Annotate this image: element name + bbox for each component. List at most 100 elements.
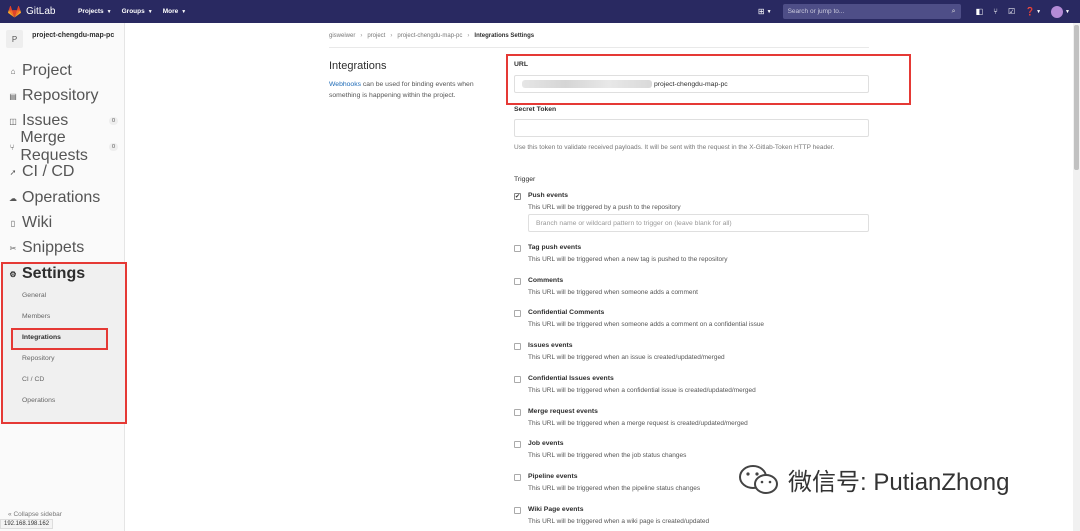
sidebar-item-label: Project (22, 62, 72, 79)
search-input[interactable] (787, 8, 938, 15)
breadcrumb-item[interactable]: project (367, 33, 385, 39)
rocket-icon: ➚ (9, 167, 17, 177)
chevron-down-icon: ▼ (181, 8, 187, 15)
push-events-checkbox[interactable]: ✔ (514, 193, 521, 200)
breadcrumb-current[interactable]: Integrations Settings (474, 33, 534, 39)
sidebar-item-ci-cd[interactable]: ➚ CI / CD (8, 163, 118, 180)
nav-more[interactable]: More ▼ (163, 8, 186, 15)
gitlab-logo[interactable]: GitLab (8, 5, 68, 18)
sidebar-item-label: Merge Requests (20, 129, 88, 164)
confidential-comments-checkbox[interactable] (514, 310, 521, 317)
nav-projects-label: Projects (78, 8, 104, 15)
event-title: Confidential Issues events (528, 375, 614, 382)
event-title: Comments (528, 277, 564, 284)
book-icon: ▤ (9, 91, 17, 101)
todo-icon[interactable]: ☑ (1008, 7, 1015, 16)
issues-events-checkbox[interactable] (514, 343, 521, 350)
nav-more-label: More (162, 8, 179, 15)
sidebar-item-merge-requests[interactable]: ⑂ Merge Requests 0 (8, 129, 118, 164)
merge-request-events-checkbox[interactable] (514, 409, 521, 416)
wechat-icon (739, 464, 778, 494)
event-title: Wiki Page events (528, 506, 584, 513)
plus-square-icon[interactable]: ⊞ ▼ (758, 7, 772, 16)
url-field[interactable]: project-chengdu-map-pc (514, 75, 869, 93)
event-description: This URL will be triggered when the job … (528, 452, 687, 459)
event-description: This URL will be triggered when an issue… (528, 354, 725, 361)
chevron-right-icon: › (467, 33, 470, 39)
event-description: This URL will be triggered when the pipe… (528, 485, 701, 492)
nav-projects[interactable]: Projects ▼ (78, 8, 112, 15)
nav-groups-label: Groups (121, 8, 145, 15)
event-description: This URL will be triggered when someone … (528, 289, 698, 296)
divider (329, 47, 869, 48)
sidebar-item-operations[interactable]: ☁ Operations (8, 189, 118, 206)
sidebar-item-snippets[interactable]: ✂ Snippets (8, 239, 118, 256)
page-title: Integrations (329, 60, 387, 72)
url-label: URL (514, 61, 528, 68)
sidebar-item-label: Operations (22, 189, 101, 206)
settings-sub-integrations[interactable]: Integrations (22, 334, 61, 341)
settings-sub-repository[interactable]: Repository (22, 355, 55, 362)
merge-icon: ⑂ (9, 142, 15, 152)
merge-count-badge: 0 (108, 143, 118, 151)
chevron-right-icon: › (390, 33, 393, 39)
breadcrumb: gisweiwer › project › project-chengdu-map-… (329, 33, 534, 39)
collapse-sidebar-button[interactable]: « Collapse sidebar (8, 511, 62, 518)
project-avatar: P (6, 30, 24, 48)
webhooks-link[interactable]: Webhooks (329, 81, 361, 88)
watermark-text: 微信号: PutianZhong (788, 469, 1010, 496)
user-avatar[interactable]: ▼ (1051, 5, 1070, 18)
nav-groups[interactable]: Groups ▼ (122, 8, 153, 15)
event-title: Pipeline events (528, 473, 578, 480)
url-value: project-chengdu-map-pc (654, 80, 728, 88)
event-title: Merge request events (528, 408, 598, 415)
sidebar-item-wiki[interactable]: ▯ Wiki (8, 214, 118, 231)
breadcrumb-item[interactable]: project-chengdu-map-pc (397, 33, 462, 39)
project-header[interactable]: P project-chengdu-map-pc (0, 23, 124, 55)
scissors-icon: ✂ (9, 243, 17, 253)
chevron-down-icon: ▼ (106, 8, 112, 15)
sidebar-item-label: Issues (22, 112, 69, 129)
event-title: Push events (528, 192, 569, 199)
event-title: Job events (528, 440, 564, 447)
sidebar-item-label: CI / CD (22, 163, 75, 180)
event-title: Tag push events (528, 244, 582, 251)
brand-name: GitLab (26, 6, 56, 17)
confidential-issues-checkbox[interactable] (514, 376, 521, 383)
settings-sub-operations[interactable]: Operations (22, 397, 55, 404)
sidebar-item-repository[interactable]: ▤ Repository (8, 87, 118, 104)
sidebar-item-label: Settings (22, 265, 86, 282)
event-description: This URL will be triggered when a confid… (528, 387, 756, 394)
comments-checkbox[interactable] (514, 278, 521, 285)
gear-icon: ⚙ (9, 269, 17, 279)
event-description: This URL will be triggered when a merge … (528, 420, 748, 427)
home-icon: ⌂ (10, 66, 16, 76)
sidebar-item-issues[interactable]: ◫ Issues 0 (8, 112, 118, 129)
settings-sub-members[interactable]: Members (22, 313, 50, 320)
event-description: This URL will be triggered when a new ta… (528, 256, 728, 263)
merge-requests-icon[interactable]: ⑂ (993, 7, 998, 16)
wiki-page-events-checkbox[interactable] (514, 507, 521, 514)
sidebar-item-project[interactable]: ⌂ Project (8, 62, 118, 79)
collapse-icon: « (8, 511, 12, 518)
project-name: project-chengdu-map-pc (32, 32, 115, 39)
event-description: This URL will be triggered when a wiki p… (528, 518, 710, 525)
scrollbar-thumb[interactable] (1074, 25, 1079, 170)
secret-token-label: Secret Token (514, 106, 557, 113)
help-icon[interactable]: ❓ ▼ (1025, 7, 1041, 16)
secret-token-field[interactable] (514, 119, 869, 137)
sidebar-toggle-icon[interactable]: ◧ (976, 7, 984, 16)
search-icon[interactable]: ⌕ (952, 8, 956, 16)
sidebar-item-label: Repository (22, 87, 99, 104)
pipeline-events-checkbox[interactable] (514, 474, 521, 481)
branch-filter-input[interactable]: Branch name or wildcard pattern to trigg… (528, 214, 869, 232)
chevron-right-icon: › (360, 33, 363, 39)
avatar (1051, 5, 1064, 18)
search-box[interactable]: ⌕ (782, 4, 961, 19)
settings-sub-general[interactable]: General (22, 292, 46, 299)
settings-sub-ci-cd[interactable]: CI / CD (22, 376, 44, 383)
job-events-checkbox[interactable] (514, 441, 521, 448)
tag-push-events-checkbox[interactable] (514, 245, 521, 252)
breadcrumb-item[interactable]: gisweiwer (329, 33, 355, 39)
sidebar-item-settings[interactable]: ⚙ Settings (8, 265, 118, 282)
